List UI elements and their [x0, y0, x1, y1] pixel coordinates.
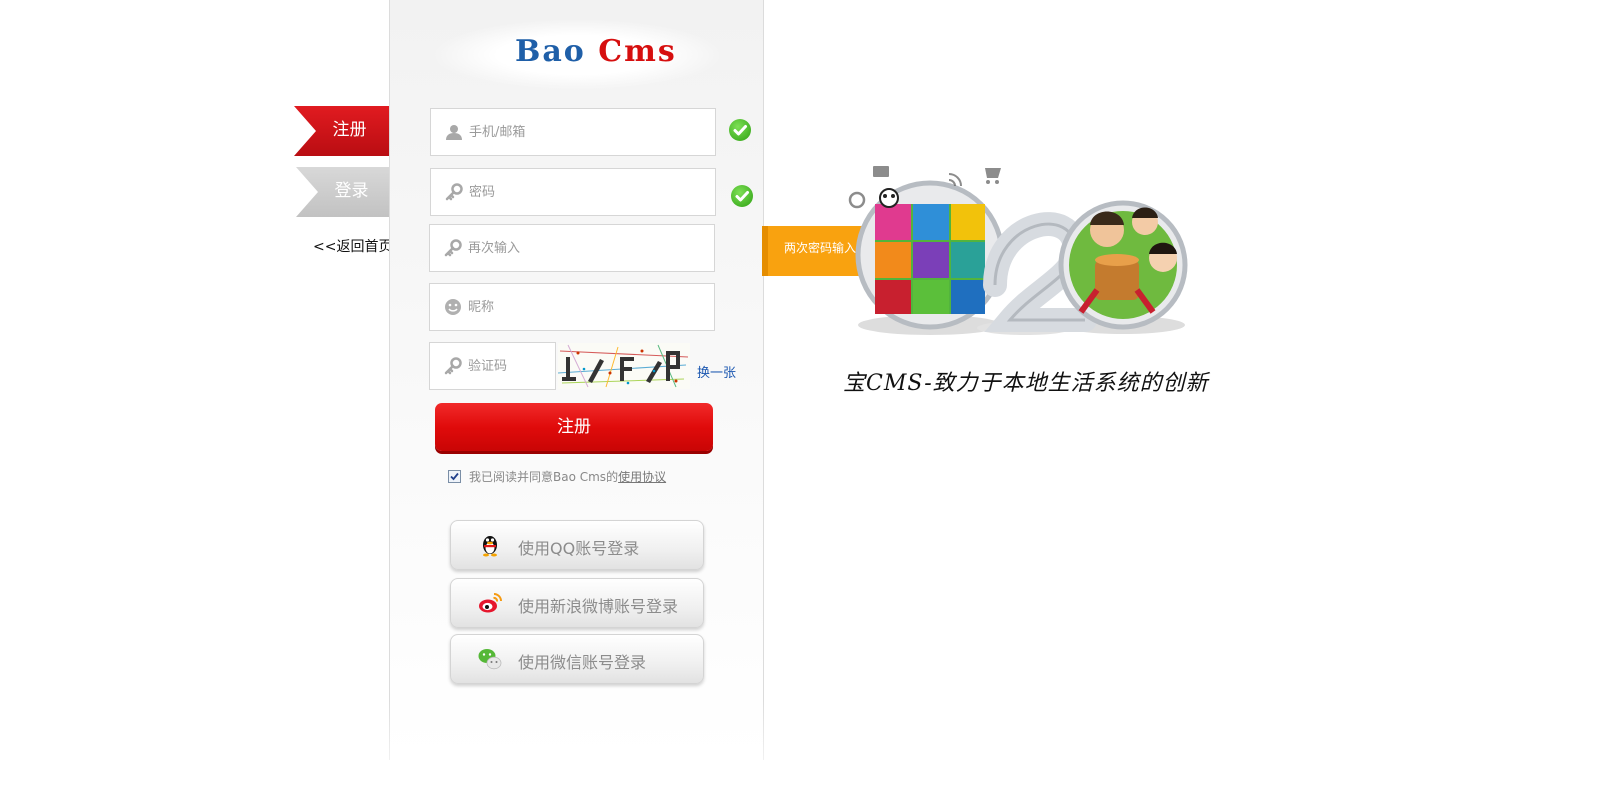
captcha-field — [429, 342, 556, 390]
wechat-login-button[interactable]: 使用微信账号登录 — [450, 634, 704, 684]
password-valid-icon — [731, 185, 753, 207]
account-valid-icon — [729, 119, 751, 141]
agreement-row: 我已阅读并同意Bao Cms的使用协议 — [448, 468, 666, 485]
qq-login-label: 使用QQ账号登录 — [518, 539, 640, 558]
wechat-login-label: 使用微信账号登录 — [518, 653, 647, 672]
key-icon — [445, 183, 463, 201]
qq-login-button[interactable]: 使用QQ账号登录 — [450, 520, 704, 570]
tab-login[interactable]: 登录 — [296, 167, 391, 217]
password-field — [430, 168, 716, 216]
captcha-input[interactable] — [468, 343, 549, 389]
password-input[interactable] — [469, 169, 709, 215]
promo-tagline: 宝CMS-致力于本地生活系统的创新 — [843, 371, 1209, 396]
tab-register-label: 注册 — [332, 120, 367, 140]
user-icon — [446, 125, 462, 140]
weibo-icon — [479, 593, 502, 613]
agreement-link[interactable]: 使用协议 — [618, 470, 666, 484]
back-home-link[interactable]: <<返回首页 — [313, 236, 392, 256]
tab-login-label: 登录 — [334, 181, 369, 201]
agreement-checkbox[interactable] — [448, 470, 461, 483]
nickname-input[interactable] — [468, 284, 708, 330]
key-icon — [444, 239, 462, 257]
tab-register[interactable]: 注册 — [294, 106, 389, 156]
key-icon — [444, 357, 462, 375]
agreement-text: 我已阅读并同意Bao Cms的 — [469, 470, 619, 484]
account-field — [430, 108, 716, 156]
password-confirm-field — [429, 224, 715, 272]
nickname-field — [429, 283, 715, 331]
captcha-image[interactable] — [558, 343, 690, 389]
wechat-icon — [478, 649, 502, 670]
password-confirm-input[interactable] — [468, 225, 708, 271]
weibo-login-button[interactable]: 使用新浪微博账号登录 — [450, 578, 704, 628]
register-submit-button[interactable]: 注册 — [435, 403, 713, 451]
account-input[interactable] — [469, 109, 709, 155]
smiley-icon — [445, 299, 461, 315]
qq-penguin-icon — [483, 536, 497, 557]
captcha-refresh-link[interactable]: 换一张 — [697, 362, 736, 381]
site-logo: Bao Cms — [515, 34, 675, 69]
weibo-login-label: 使用新浪微博账号登录 — [518, 597, 679, 616]
logo-part-bao: Bao — [515, 34, 586, 69]
o2o-promo-image — [848, 166, 1188, 335]
logo-part-cms: Cms — [598, 34, 677, 69]
